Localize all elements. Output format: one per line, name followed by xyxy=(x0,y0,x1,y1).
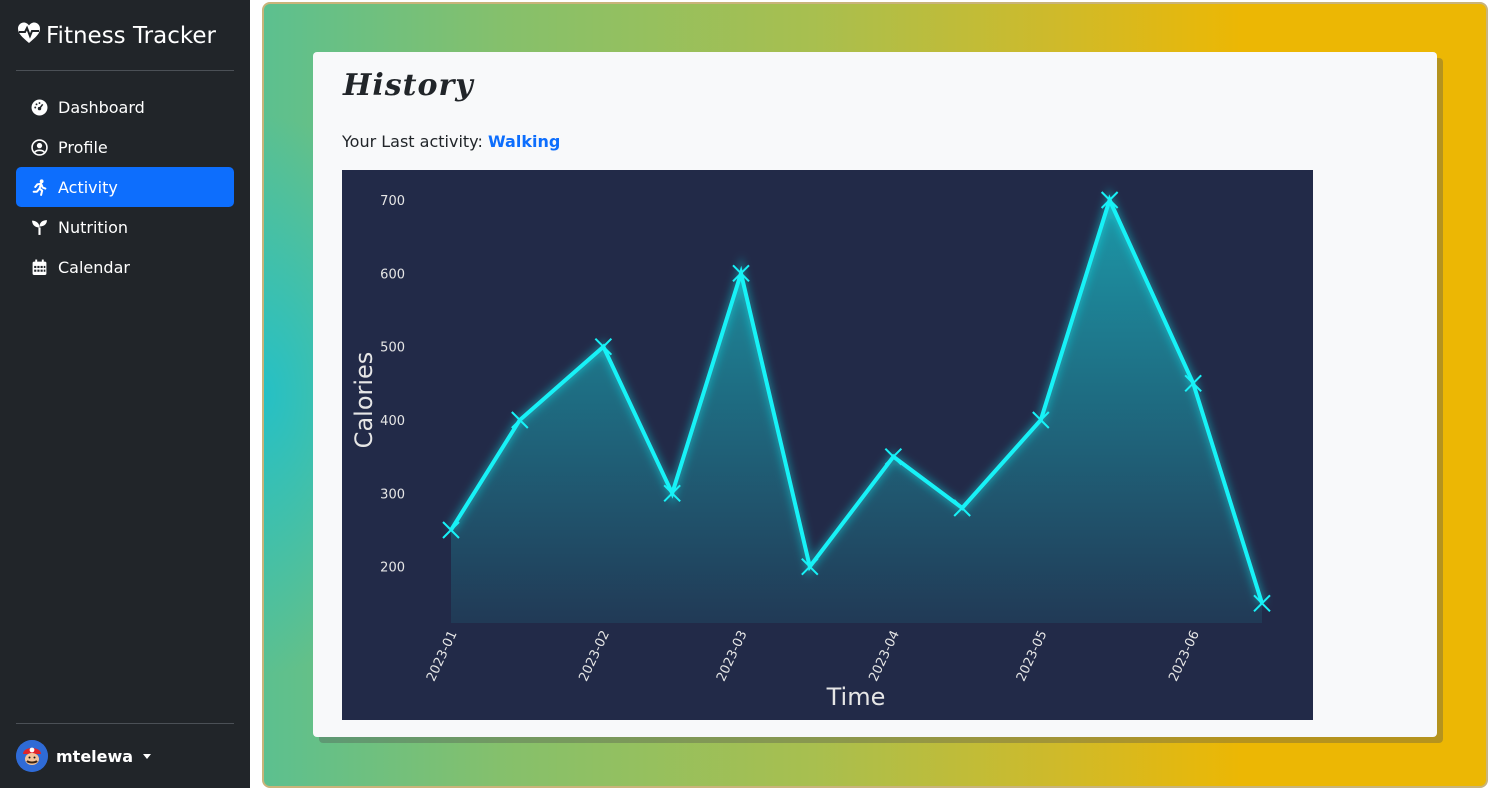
sidebar-item-label: Dashboard xyxy=(58,97,145,117)
y-tick-label-400: 400 xyxy=(380,414,405,429)
sidebar-item-label: Nutrition xyxy=(58,217,129,237)
y-tick-label-500: 500 xyxy=(380,341,405,356)
caret-down-icon xyxy=(143,753,152,759)
heart-pulse-icon xyxy=(16,20,42,52)
last-activity-link[interactable]: Walking xyxy=(488,132,560,151)
x-axis-label: Time xyxy=(826,683,886,711)
avatar xyxy=(16,740,48,772)
sidebar-nav: Dashboard Profile Activity Nutrition Cal… xyxy=(16,87,234,287)
sprout-icon xyxy=(31,219,48,236)
brand-title: Fitness Tracker xyxy=(46,23,216,49)
sidebar-item-profile[interactable]: Profile xyxy=(16,127,234,167)
sidebar-item-calendar[interactable]: Calendar xyxy=(16,247,234,287)
x-tick-label-2023-01: 2023-01 xyxy=(424,628,461,684)
sidebar-divider xyxy=(16,723,234,724)
sidebar-item-nutrition[interactable]: Nutrition xyxy=(16,207,234,247)
sidebar-item-label: Activity xyxy=(58,177,118,197)
sidebar-item-label: Calendar xyxy=(58,257,130,277)
running-person-icon xyxy=(31,178,48,196)
y-tick-label-300: 300 xyxy=(380,487,405,502)
x-tick-label-2023-05: 2023-05 xyxy=(1014,628,1051,684)
last-activity: Your Last activity: Walking xyxy=(342,132,560,151)
chart-svg: 200 300 400 500 600 700 2023-01 2023-02 2023-03 2… xyxy=(350,187,1271,711)
sidebar: Fitness Tracker Dashboard Profile Activi… xyxy=(0,0,250,788)
last-activity-prefix: Your Last activity: xyxy=(342,132,483,151)
x-tick-label-2023-03: 2023-03 xyxy=(714,628,751,684)
y-axis-label: Calories xyxy=(350,352,378,449)
y-tick-label-200: 200 xyxy=(380,561,405,576)
x-tick-label-2023-06: 2023-06 xyxy=(1166,628,1203,684)
page-title: History xyxy=(343,68,474,103)
calories-chart: 200 300 400 500 600 700 2023-01 2023-02 2023-03 2… xyxy=(342,170,1313,720)
x-tick-label-2023-02: 2023-02 xyxy=(576,628,613,684)
sidebar-divider xyxy=(16,70,234,71)
x-tick-label-2023-04: 2023-04 xyxy=(866,628,903,684)
y-tick-label-600: 600 xyxy=(380,267,405,282)
username: mtelewa xyxy=(56,746,134,766)
user-menu[interactable]: mtelewa xyxy=(16,740,152,772)
sidebar-item-label: Profile xyxy=(58,137,108,157)
sidebar-item-activity[interactable]: Activity xyxy=(16,167,234,207)
brand[interactable]: Fitness Tracker xyxy=(16,20,216,52)
speedometer-icon xyxy=(31,99,48,116)
sidebar-item-dashboard[interactable]: Dashboard xyxy=(16,87,234,127)
y-tick-label-700: 700 xyxy=(380,194,405,209)
calendar-icon xyxy=(31,259,48,276)
person-circle-icon xyxy=(31,138,48,156)
